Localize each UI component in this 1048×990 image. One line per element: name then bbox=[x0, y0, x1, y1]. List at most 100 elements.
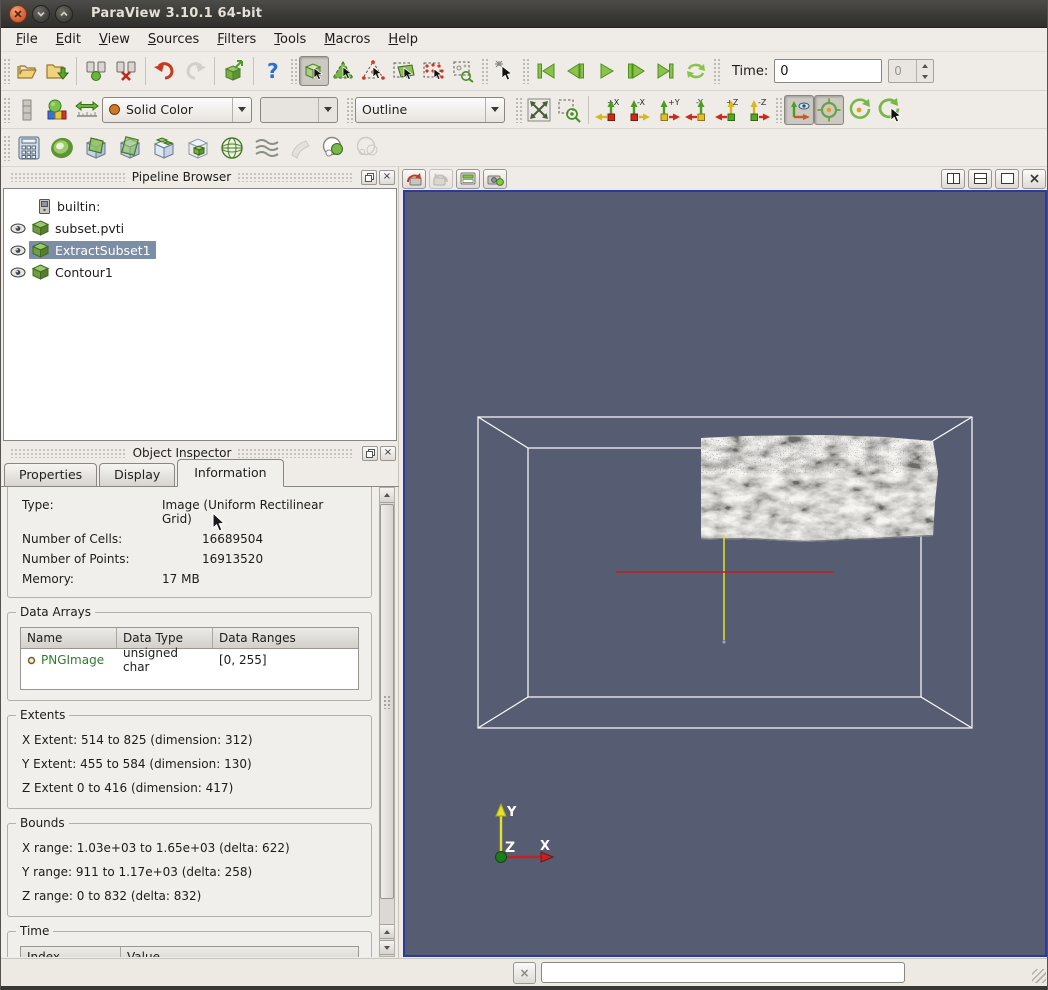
toggle-color-legend-button[interactable] bbox=[12, 95, 42, 125]
scroll-thumb[interactable] bbox=[380, 504, 394, 899]
zoom-to-data-button[interactable] bbox=[554, 95, 584, 125]
visibility-toggle[interactable] bbox=[9, 245, 26, 256]
warp-filter-button[interactable] bbox=[284, 131, 318, 165]
calculator-filter-button[interactable] bbox=[12, 131, 46, 165]
scroll-down-button[interactable] bbox=[380, 940, 394, 955]
select-points-through-button[interactable] bbox=[419, 56, 449, 86]
toolbar-handle[interactable] bbox=[481, 58, 488, 84]
toolbar-handle[interactable] bbox=[346, 96, 353, 123]
visibility-toggle[interactable] bbox=[9, 267, 26, 278]
scroll-up-button-2[interactable] bbox=[380, 924, 394, 939]
toolbar-handle[interactable] bbox=[775, 96, 782, 123]
edit-color-map-button[interactable] bbox=[42, 95, 72, 125]
show-orientation-axes-button[interactable] bbox=[784, 94, 814, 125]
menu-view[interactable]: View bbox=[90, 29, 139, 50]
frame-spinbox[interactable]: 0 bbox=[888, 59, 935, 83]
camera-plus-x-button[interactable]: +X bbox=[593, 95, 623, 125]
window-close-button[interactable] bbox=[9, 4, 27, 23]
menu-help[interactable]: Help bbox=[379, 29, 427, 50]
group-datasets-filter-button[interactable] bbox=[318, 131, 352, 165]
resize-grip[interactable] bbox=[1032, 969, 1046, 983]
previous-frame-button[interactable] bbox=[561, 56, 591, 86]
extract-level-filter-button[interactable] bbox=[352, 131, 386, 165]
menu-macros[interactable]: Macros bbox=[315, 29, 379, 50]
play-button[interactable] bbox=[591, 56, 621, 86]
tab-properties[interactable]: Properties bbox=[4, 463, 98, 486]
menu-sources[interactable]: Sources bbox=[139, 29, 208, 50]
pipeline-close-button[interactable]: × bbox=[379, 169, 395, 185]
scroll-up-button[interactable] bbox=[380, 488, 394, 503]
toolbar-handle[interactable] bbox=[515, 96, 522, 123]
contour-filter-button[interactable] bbox=[46, 131, 80, 165]
camera-undo-button[interactable] bbox=[402, 168, 426, 189]
camera-redo-button[interactable] bbox=[429, 168, 453, 189]
show-center-button[interactable] bbox=[814, 94, 844, 125]
camera-dialog-button[interactable] bbox=[483, 168, 507, 189]
camera-minus-y-button[interactable]: -Y bbox=[683, 95, 713, 125]
spin-arrows[interactable] bbox=[916, 60, 933, 82]
threshold-filter-button[interactable] bbox=[148, 131, 182, 165]
glyph-filter-button[interactable] bbox=[216, 131, 250, 165]
component-combobox[interactable] bbox=[260, 96, 338, 123]
reset-camera-button[interactable] bbox=[524, 95, 554, 125]
auto-apply-button[interactable] bbox=[219, 56, 249, 86]
split-view-horizontal-button[interactable] bbox=[968, 168, 992, 189]
menu-filters[interactable]: Filters bbox=[208, 29, 265, 50]
inspector-scrollbar[interactable] bbox=[379, 487, 395, 957]
menu-tools[interactable]: Tools bbox=[265, 29, 315, 50]
tab-information[interactable]: Information bbox=[177, 459, 284, 487]
abort-button[interactable]: × bbox=[513, 961, 536, 984]
pipeline-item-row[interactable]: Contour1 bbox=[29, 263, 118, 281]
pipeline-item-extractsubset1[interactable]: ExtractSubset1 bbox=[4, 239, 396, 261]
toolbar-handle[interactable] bbox=[290, 58, 297, 84]
connect-server-button[interactable] bbox=[81, 56, 111, 86]
interactive-select-button[interactable] bbox=[490, 56, 520, 86]
col-name[interactable]: Name bbox=[21, 628, 117, 648]
camera-plus-y-button[interactable]: +Y bbox=[653, 95, 683, 125]
help-button[interactable]: ? bbox=[258, 56, 288, 86]
select-cells-on-button[interactable] bbox=[329, 56, 359, 86]
camera-minus-z-button[interactable]: -Z bbox=[743, 95, 773, 125]
select-cells-through-button[interactable] bbox=[389, 56, 419, 86]
loop-button[interactable] bbox=[681, 56, 711, 86]
window-maximize-button[interactable] bbox=[55, 4, 73, 23]
interact-mode-button[interactable] bbox=[299, 56, 329, 86]
toolbar-handle[interactable] bbox=[713, 58, 720, 84]
open-file-button[interactable] bbox=[12, 56, 42, 86]
stream-tracer-filter-button[interactable] bbox=[250, 131, 284, 165]
col-data-ranges[interactable]: Data Ranges bbox=[213, 628, 358, 648]
menu-file[interactable]: File bbox=[7, 29, 47, 50]
pipeline-item-subset-pvti[interactable]: subset.pvti bbox=[4, 217, 396, 239]
table-row[interactable]: PNGImage unsigned char [0, 255] bbox=[21, 646, 358, 674]
toolbar-handle[interactable] bbox=[3, 96, 10, 123]
inspector-float-button[interactable] bbox=[362, 445, 378, 461]
time-input[interactable]: 0 bbox=[774, 59, 883, 83]
undo-button[interactable] bbox=[150, 56, 180, 86]
maximize-view-button[interactable] bbox=[995, 168, 1019, 189]
clip-filter-button[interactable] bbox=[80, 131, 114, 165]
tab-display[interactable]: Display bbox=[99, 463, 176, 486]
col-value[interactable]: Value bbox=[121, 947, 358, 957]
save-data-button[interactable] bbox=[42, 56, 72, 86]
slice-filter-button[interactable] bbox=[114, 131, 148, 165]
split-view-vertical-button[interactable] bbox=[941, 168, 965, 189]
camera-minus-x-button[interactable]: -X bbox=[623, 95, 653, 125]
close-view-button[interactable] bbox=[1022, 168, 1046, 189]
pipeline-item-row-selected[interactable]: ExtractSubset1 bbox=[29, 241, 156, 259]
col-index[interactable]: Index bbox=[21, 947, 121, 957]
pipeline-float-button[interactable] bbox=[361, 169, 377, 185]
pick-center-button[interactable] bbox=[844, 95, 874, 125]
col-data-type[interactable]: Data Type bbox=[117, 628, 213, 648]
zoom-to-box-button[interactable] bbox=[449, 56, 479, 86]
redo-button[interactable] bbox=[180, 56, 210, 86]
window-minimize-button[interactable] bbox=[32, 4, 50, 23]
render-viewport[interactable]: Y X Z bbox=[403, 190, 1047, 957]
camera-plus-z-button[interactable]: +Z bbox=[713, 95, 743, 125]
representation-combobox[interactable]: Outline bbox=[355, 96, 505, 123]
pipeline-item-row[interactable]: subset.pvti bbox=[29, 219, 129, 237]
rescale-to-data-range-button[interactable] bbox=[72, 95, 102, 125]
menu-edit[interactable]: Edit bbox=[47, 29, 90, 50]
toolbar-handle[interactable] bbox=[522, 58, 529, 84]
pipeline-item-builtin[interactable]: builtin: bbox=[4, 195, 396, 217]
first-frame-button[interactable] bbox=[531, 56, 561, 86]
